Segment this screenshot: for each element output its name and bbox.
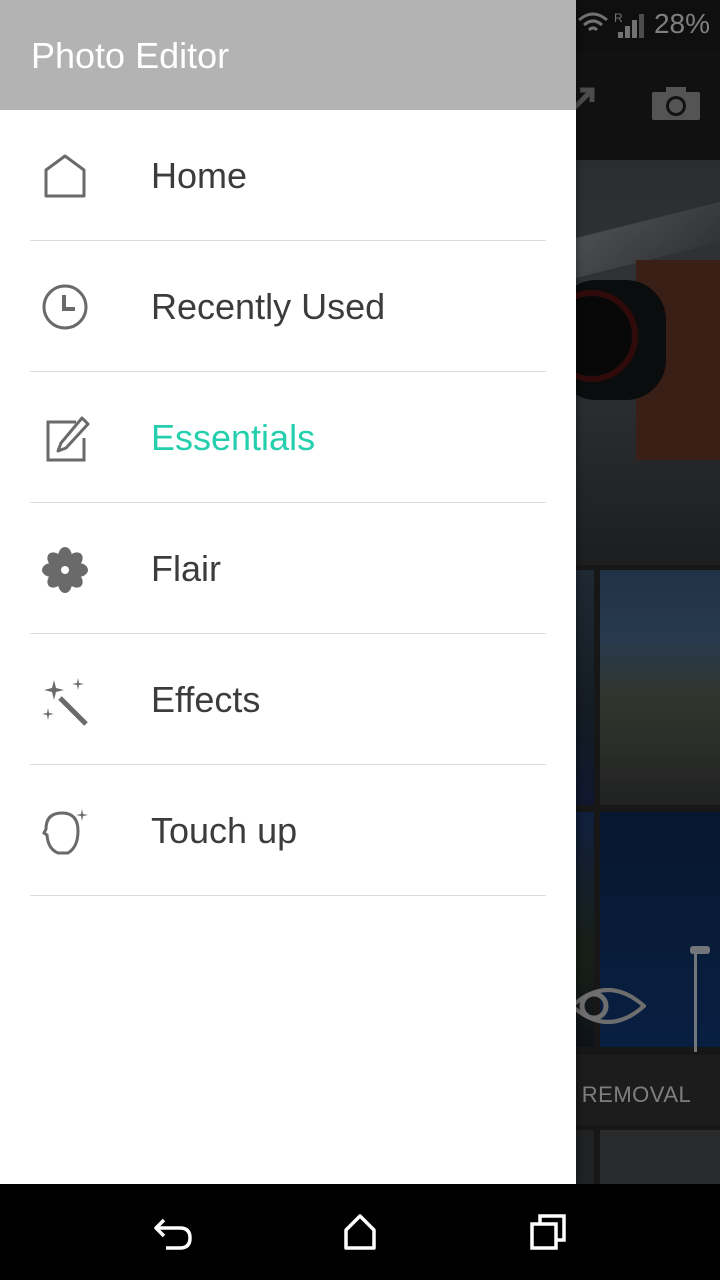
- menu-item-label: Effects: [151, 679, 261, 720]
- drawer-header: Photo Editor: [0, 0, 576, 110]
- menu-item-touch-up[interactable]: Touch up: [0, 765, 576, 896]
- navigation-drawer: Photo Editor Home Recently Used Essentia…: [0, 0, 576, 1184]
- back-icon[interactable]: [150, 1212, 198, 1252]
- drawer-menu: Home Recently Used Essentials Flair Effe…: [0, 110, 576, 896]
- drawer-title: Photo Editor: [31, 35, 230, 76]
- menu-item-home[interactable]: Home: [0, 110, 576, 241]
- menu-item-label: Home: [151, 155, 248, 196]
- magic-wand-icon: [42, 678, 88, 726]
- menu-item-label: Touch up: [151, 810, 298, 851]
- menu-item-label: Recently Used: [151, 286, 386, 327]
- menu-item-effects[interactable]: Effects: [0, 634, 576, 765]
- flower-icon: [42, 547, 88, 593]
- menu-item-label: Essentials: [151, 417, 316, 458]
- face-icon: [42, 809, 88, 855]
- system-navigation-bar: [0, 1184, 720, 1280]
- menu-item-essentials[interactable]: Essentials: [0, 372, 576, 503]
- home-icon[interactable]: [336, 1212, 384, 1252]
- menu-item-recently-used[interactable]: Recently Used: [0, 241, 576, 372]
- home-icon: [44, 154, 86, 198]
- edit-icon: [46, 416, 90, 462]
- menu-item-label: Flair: [151, 548, 221, 589]
- recents-icon[interactable]: [524, 1212, 572, 1252]
- menu-item-flair[interactable]: Flair: [0, 503, 576, 634]
- clock-icon: [42, 284, 88, 330]
- divider: [30, 895, 546, 896]
